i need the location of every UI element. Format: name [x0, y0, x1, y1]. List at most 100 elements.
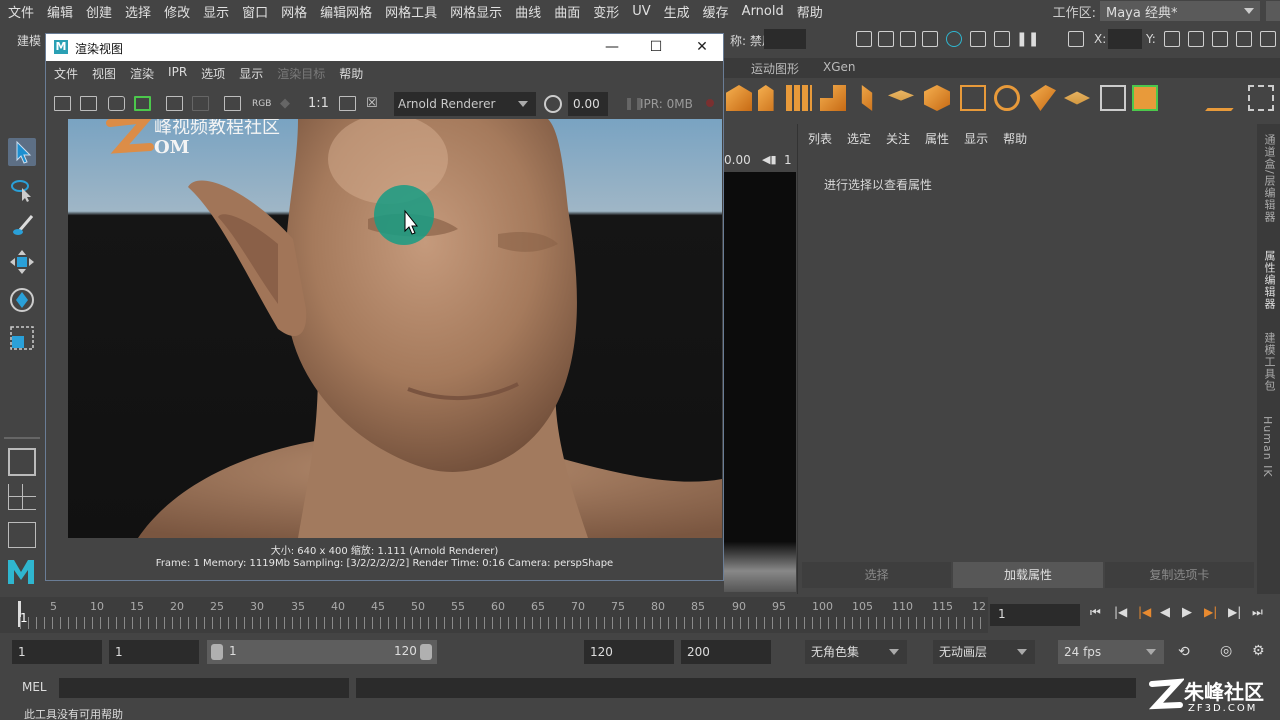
menu-create[interactable]: 创建	[78, 2, 117, 21]
attr-menu-focus[interactable]: 关注	[886, 130, 910, 147]
animation-end-field[interactable]: 200	[681, 640, 771, 664]
move-tool-button[interactable]	[8, 248, 36, 276]
shelf-bridge-icon[interactable]	[888, 90, 914, 101]
rv-menu-render[interactable]: 渲染	[122, 65, 160, 85]
menu-surfaces[interactable]: 曲面	[546, 2, 585, 21]
shelf-bevel-icon[interactable]	[924, 85, 950, 111]
animation-layer-dropdown[interactable]: 无动画层	[933, 640, 1035, 664]
attr-menu-help[interactable]: 帮助	[1003, 130, 1027, 147]
viewport-toggle-icon[interactable]: ◀▮	[762, 153, 777, 166]
workspace-dropdown[interactable]: Maya 经典*	[1100, 1, 1260, 21]
snapshot-icon[interactable]	[108, 96, 125, 111]
render-frame-icon[interactable]	[922, 31, 938, 47]
menu-mesh-display[interactable]: 网格显示	[442, 2, 507, 21]
playback-start-field[interactable]: 1	[109, 640, 199, 664]
shelf-tab-motion-graphics[interactable]: 运动图形	[751, 60, 799, 77]
3d-viewport[interactable]	[724, 172, 796, 592]
rv-menu-render-target[interactable]: 渲染目标	[269, 65, 331, 85]
menu-help[interactable]: 帮助	[789, 2, 828, 21]
toggle-attribute-editor-icon[interactable]	[1188, 31, 1204, 47]
exposure-field[interactable]: 0.00	[568, 92, 608, 116]
range-slider[interactable]: 1 120	[207, 640, 437, 664]
shelf-grid-icon[interactable]	[786, 85, 812, 111]
hypershade-icon[interactable]	[994, 31, 1010, 47]
shelf-quad-draw-icon[interactable]	[1132, 85, 1158, 111]
menu-select[interactable]: 选择	[117, 2, 156, 21]
menu-arnold[interactable]: Arnold	[734, 4, 789, 19]
step-back-key-icon[interactable]: |◀	[1114, 605, 1130, 621]
select-tool-button[interactable]	[8, 138, 36, 166]
toggle-tool-settings-icon[interactable]	[1212, 31, 1228, 47]
menu-display[interactable]: 显示	[195, 2, 234, 21]
menu-curves[interactable]: 曲线	[507, 2, 546, 21]
real-size-button[interactable]: 1:1	[308, 96, 329, 111]
mode-selector[interactable]: 建模	[17, 32, 41, 49]
alpha-icon[interactable]: ◆	[280, 96, 290, 111]
remove-image-icon[interactable]: ☒	[366, 96, 383, 111]
time-slider[interactable]: 1 5 10 15 20 25 30 35 40 45 50 55 60 65 …	[0, 597, 988, 633]
minimize-icon[interactable]: —	[604, 39, 620, 55]
menu-edit-mesh[interactable]: 编辑网格	[312, 2, 377, 21]
rv-menu-display[interactable]: 显示	[231, 65, 269, 85]
menu-edit[interactable]: 编辑	[39, 2, 78, 21]
ipr-refresh-icon[interactable]	[166, 96, 183, 111]
playback-end-field[interactable]: 120	[584, 640, 674, 664]
copy-tab-button[interactable]: 复制选项卡	[1104, 562, 1254, 588]
render-settings-icon[interactable]	[970, 31, 986, 47]
ipr-stop-icon[interactable]	[706, 99, 714, 107]
loop-icon[interactable]: ⟲	[1178, 644, 1190, 660]
render-region-icon[interactable]	[80, 96, 97, 111]
menu-file[interactable]: 文件	[0, 2, 39, 21]
menu-uv[interactable]: UV	[624, 4, 655, 19]
shelf-extract-icon[interactable]	[820, 85, 846, 111]
select-button[interactable]: 选择	[802, 562, 952, 588]
mel-input[interactable]	[59, 678, 349, 698]
mel-label[interactable]: MEL	[22, 680, 47, 694]
menu-generate[interactable]: 生成	[656, 2, 695, 21]
range-start-handle[interactable]	[211, 644, 223, 660]
paint-select-tool-button[interactable]	[8, 212, 36, 240]
attr-menu-attributes[interactable]: 属性	[925, 130, 949, 147]
snap-grid-icon[interactable]	[856, 31, 872, 47]
side-tab-modeling-toolkit[interactable]: 建模工具包	[1261, 332, 1277, 392]
shelf-tab-xgen[interactable]: XGen	[823, 60, 856, 74]
step-back-frame-icon[interactable]: |◀	[1138, 605, 1154, 621]
rgb-channel-label[interactable]: RGB	[252, 99, 271, 109]
toggle-modeling-toolkit-icon[interactable]	[1164, 31, 1180, 47]
side-tab-attribute-editor[interactable]: 属性编辑器	[1261, 250, 1277, 310]
side-tab-channel-box[interactable]: 通道盒/层编辑器	[1261, 134, 1277, 223]
renderer-dropdown[interactable]: Arnold Renderer	[394, 92, 536, 116]
menu-mesh[interactable]: 网格	[273, 2, 312, 21]
close-icon[interactable]: ✕	[694, 39, 710, 55]
play-backward-icon[interactable]: ◀	[1160, 605, 1176, 621]
shelf-merge-icon[interactable]	[1064, 91, 1090, 105]
animation-preferences-icon[interactable]: ⚙	[1252, 643, 1265, 659]
ipr-render-icon[interactable]	[946, 31, 962, 47]
four-pane-layout-button[interactable]	[8, 484, 36, 510]
go-to-start-icon[interactable]: ⏮	[1090, 605, 1106, 621]
symmetry-field[interactable]	[764, 29, 806, 49]
current-frame-field[interactable]: 1	[990, 604, 1080, 626]
exposure-reset-icon[interactable]	[544, 95, 562, 113]
render-image[interactable]: 峰视频教程社区 OM	[68, 119, 722, 538]
range-end-handle[interactable]	[420, 644, 432, 660]
redo-render-icon[interactable]	[54, 96, 71, 111]
toggle-layer-editor-icon[interactable]	[1260, 31, 1276, 47]
go-to-end-icon[interactable]: ⏭	[1252, 605, 1268, 621]
maximize-icon[interactable]: ☐	[648, 39, 664, 55]
menu-mesh-tools[interactable]: 网格工具	[377, 2, 442, 21]
x-coord-field[interactable]	[1108, 29, 1142, 49]
shelf-mirror-icon[interactable]	[1030, 85, 1056, 111]
shelf-cube-icon[interactable]	[726, 85, 752, 111]
menu-deform[interactable]: 变形	[585, 2, 624, 21]
shelf-target-weld-icon[interactable]	[1100, 85, 1126, 111]
character-set-dropdown[interactable]: 无角色集	[805, 640, 907, 664]
single-pane-layout-button[interactable]	[8, 448, 36, 476]
toggle-channel-box-icon[interactable]	[1236, 31, 1252, 47]
render-view-titlebar[interactable]: M 渲染视图 — ☐ ✕	[46, 34, 723, 61]
shelf-smooth-icon[interactable]	[994, 85, 1020, 111]
rv-menu-ipr[interactable]: IPR	[160, 65, 193, 85]
menu-cache[interactable]: 缓存	[695, 2, 734, 21]
attr-menu-show[interactable]: 显示	[964, 130, 988, 147]
shelf-combine-icon[interactable]	[758, 85, 774, 111]
